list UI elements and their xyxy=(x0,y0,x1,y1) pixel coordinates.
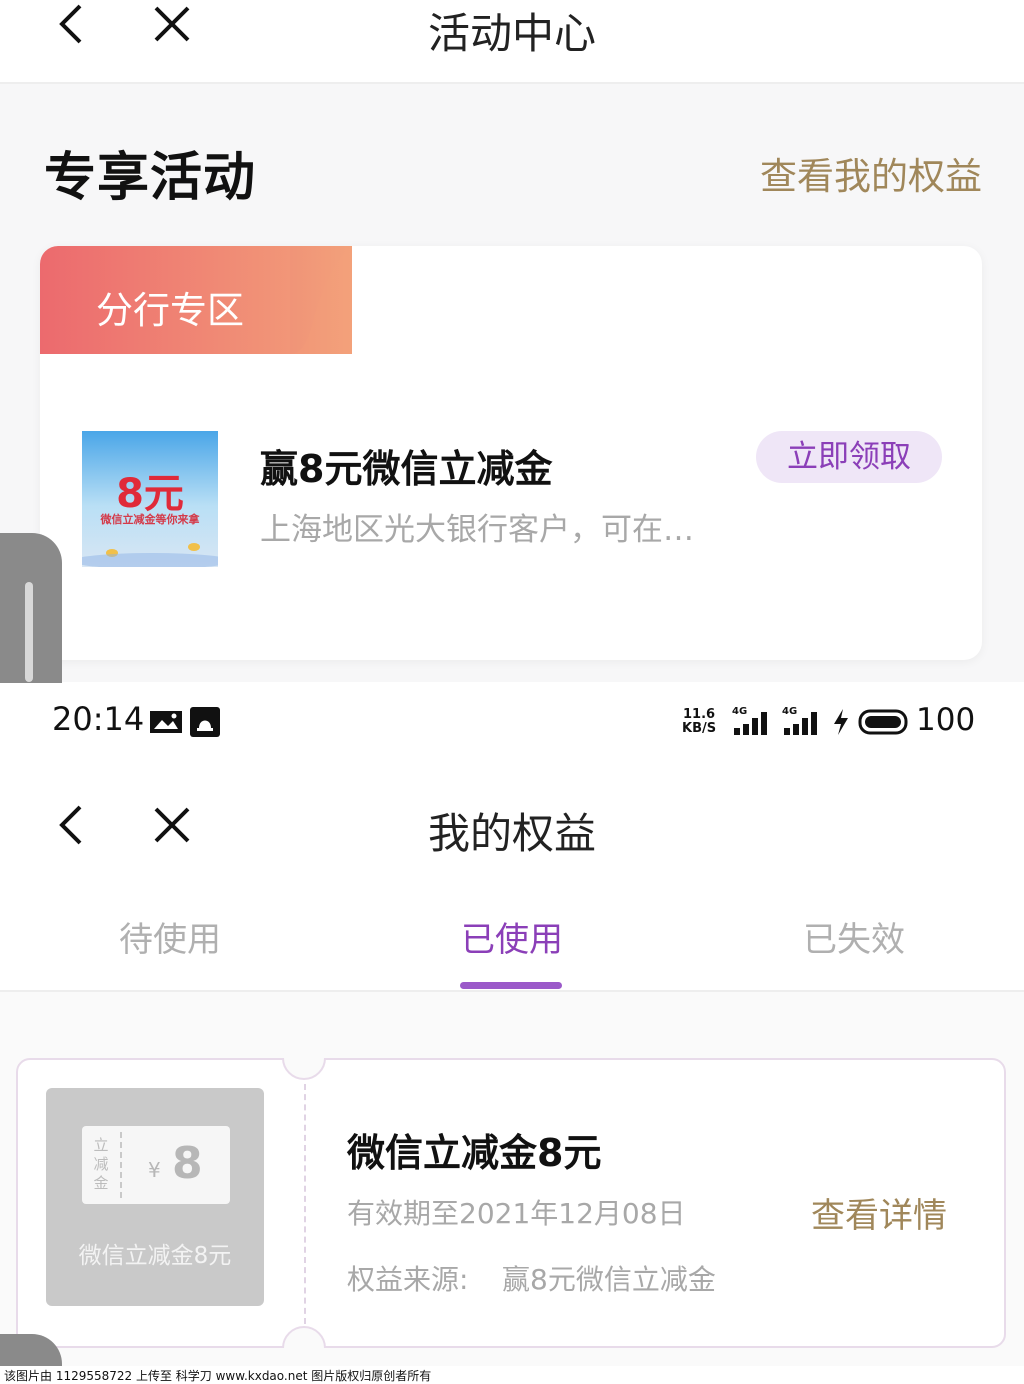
coupon-divider xyxy=(304,1084,306,1324)
network-speed-value: 11.6 xyxy=(683,707,716,722)
coupon-image-label: 微信立减金8元 xyxy=(78,1243,232,1269)
ticket-separator xyxy=(120,1132,122,1198)
zone-banner-curve xyxy=(290,246,352,354)
page-title: 活动中心 xyxy=(427,9,596,58)
activity-title[interactable]: 赢8元微信立减金 xyxy=(260,438,552,493)
ticket-amount: 8 xyxy=(172,1138,203,1189)
view-my-rights-link[interactable]: 查看我的权益 xyxy=(760,146,982,200)
activity-description: 上海地区光大银行客户，可在… xyxy=(260,512,694,548)
active-tab-indicator xyxy=(460,982,562,989)
ticket-currency-symbol: ¥ xyxy=(148,1158,161,1182)
activity-card: 分行专区 8元 微信立减金等你来拿 赢8元微信立减金 上海地区光大银行客户，可在… xyxy=(40,246,982,660)
side-handle-grip xyxy=(25,582,33,682)
tab-used[interactable]: 已使用 xyxy=(402,912,622,961)
battery-level: 100 xyxy=(916,702,976,738)
page-title: 我的权益 xyxy=(427,809,596,858)
claim-now-button[interactable]: 立即领取 xyxy=(756,431,942,483)
notch-mask-top xyxy=(270,1020,340,1058)
tab-unused[interactable]: 待使用 xyxy=(60,912,280,961)
view-details-link[interactable]: 查看详情 xyxy=(811,1188,947,1237)
battery-icon xyxy=(858,709,908,735)
coins-decoration-icon xyxy=(82,543,218,567)
network-speed-unit: KB/S xyxy=(682,721,717,736)
coupon-expiry: 有效期至2021年12月08日 xyxy=(347,1197,686,1230)
status-time: 20:14 xyxy=(52,700,145,738)
notch-mask-bottom xyxy=(270,1348,340,1366)
coupon-title: 微信立减金8元 xyxy=(347,1131,602,1175)
activity-nav-bar: 活动中心 xyxy=(0,0,1024,84)
thumbnail-caption: 微信立减金等你来拿 xyxy=(100,513,200,526)
coupon-source-label: 权益来源: xyxy=(347,1263,469,1296)
activity-thumbnail[interactable]: 8元 微信立减金等你来拿 xyxy=(82,431,218,567)
section-title: 专享活动 xyxy=(44,148,257,208)
signal-strength-icon-2 xyxy=(784,712,817,735)
ticket-vertical-label: 立减金 xyxy=(93,1136,109,1192)
chat-notification-icon xyxy=(190,707,220,737)
zone-label: 分行专区 xyxy=(96,289,244,332)
tab-expired[interactable]: 已失效 xyxy=(744,912,964,961)
network-speed: 11.6 KB/S xyxy=(682,708,716,736)
watermark-text: 该图片由 1129558722 上传至 科学刀 www.kxdao.net 图片… xyxy=(4,1369,432,1383)
charging-bolt-icon xyxy=(834,709,848,735)
coupon-source-value: 赢8元微信立减金 xyxy=(502,1263,716,1296)
photo-notification-icon xyxy=(150,711,182,733)
signal-strength-icon-1 xyxy=(734,712,767,735)
